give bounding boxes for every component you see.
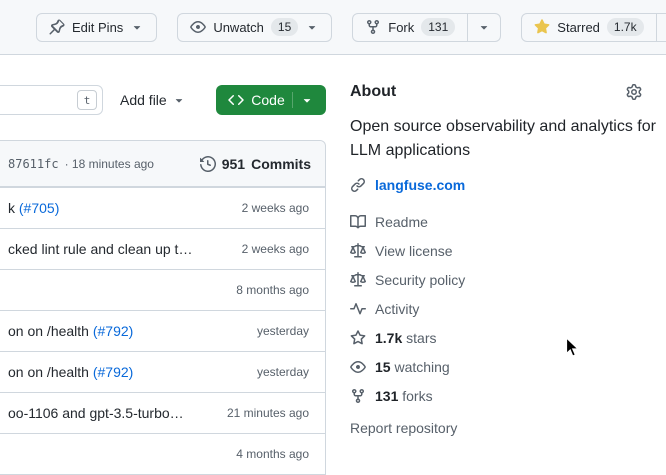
repo-action-bar: Edit Pins Unwatch 15 Fork 131 Starred 1.… bbox=[0, 0, 666, 55]
activity-link[interactable]: Activity bbox=[350, 294, 656, 323]
code-button[interactable]: Code bbox=[216, 85, 326, 115]
star-count-badge: 1.7k bbox=[607, 18, 644, 36]
chevron-down-icon bbox=[130, 20, 144, 34]
pulse-icon bbox=[350, 301, 366, 317]
eye-icon bbox=[190, 19, 206, 35]
fork-button-group: Fork 131 bbox=[352, 13, 501, 42]
law-icon bbox=[350, 243, 366, 259]
file-browser-column: t Add file Code 87611fc · 18 minutes ago bbox=[0, 55, 326, 468]
file-row[interactable]: 8 months ago bbox=[0, 269, 325, 310]
forks-link[interactable]: 131 forks bbox=[350, 381, 656, 410]
gear-icon[interactable] bbox=[626, 84, 642, 100]
code-icon bbox=[228, 92, 244, 108]
fork-label: Fork bbox=[388, 20, 414, 35]
commits-label: Commits bbox=[251, 156, 311, 172]
security-policy-link[interactable]: Security policy bbox=[350, 265, 656, 294]
go-to-file-input[interactable]: t bbox=[0, 85, 103, 115]
starred-button[interactable]: Starred 1.7k bbox=[521, 13, 656, 42]
eye-icon bbox=[350, 359, 366, 375]
fork-icon bbox=[350, 388, 366, 404]
commit-message-link[interactable]: oo-1106 and gpt-3.5-turbo… bbox=[8, 405, 184, 421]
commits-history-link[interactable]: 951 Commits bbox=[200, 156, 311, 172]
commit-message-link[interactable]: on on /health (#792) bbox=[8, 323, 133, 339]
history-icon bbox=[200, 156, 216, 172]
file-row[interactable]: on on /health (#792) yesterday bbox=[0, 310, 325, 351]
star-icon bbox=[350, 330, 366, 346]
chevron-down-icon bbox=[172, 93, 186, 107]
pr-link[interactable]: (#792) bbox=[93, 323, 133, 339]
chevron-down-icon bbox=[300, 93, 314, 107]
readme-link[interactable]: Readme bbox=[350, 207, 656, 236]
pr-link[interactable]: (#705) bbox=[19, 200, 59, 216]
chevron-down-icon bbox=[477, 20, 491, 34]
commit-message-link[interactable]: k (#705) bbox=[8, 200, 59, 216]
commit-age: 21 minutes ago bbox=[227, 406, 309, 420]
repo-description: Open source observability and analytics … bbox=[350, 115, 656, 163]
commit-time: · 18 minutes ago bbox=[65, 157, 154, 171]
watch-count-badge: 15 bbox=[271, 18, 298, 36]
file-table: 87611fc · 18 minutes ago 951 Commits k (… bbox=[0, 140, 326, 475]
shortcut-key-hint: t bbox=[77, 90, 97, 110]
file-row[interactable]: oo-1106 and gpt-3.5-turbo… 21 minutes ag… bbox=[0, 392, 325, 433]
file-row[interactable]: cked lint rule and clean up t… 2 weeks a… bbox=[0, 228, 325, 269]
stars-link[interactable]: 1.7k stars bbox=[350, 323, 656, 352]
star-icon bbox=[534, 19, 550, 35]
about-title: About bbox=[350, 83, 396, 101]
book-icon bbox=[350, 214, 366, 230]
unwatch-button[interactable]: Unwatch 15 bbox=[177, 13, 332, 42]
pr-link[interactable]: (#792) bbox=[93, 364, 133, 380]
law-icon bbox=[350, 272, 366, 288]
repo-main: t Add file Code 87611fc · 18 minutes ago bbox=[0, 55, 666, 468]
commit-age: 2 weeks ago bbox=[242, 242, 309, 256]
about-header: About bbox=[350, 83, 656, 101]
edit-pins-label: Edit Pins bbox=[72, 20, 123, 35]
button-divider bbox=[292, 92, 293, 108]
commit-age: 4 months ago bbox=[236, 447, 309, 461]
star-dropdown-button[interactable] bbox=[657, 13, 666, 42]
commit-message-link[interactable]: cked lint rule and clean up t… bbox=[8, 241, 192, 257]
commit-hash-link[interactable]: 87611fc bbox=[8, 157, 59, 171]
unwatch-label: Unwatch bbox=[213, 20, 264, 35]
commits-count: 951 bbox=[222, 156, 245, 172]
fork-count-badge: 131 bbox=[421, 18, 455, 36]
website-link[interactable]: langfuse.com bbox=[375, 177, 465, 193]
latest-commit-bar: 87611fc · 18 minutes ago 951 Commits bbox=[0, 141, 325, 187]
file-row[interactable]: on on /health (#792) yesterday bbox=[0, 351, 325, 392]
add-file-button[interactable]: Add file bbox=[120, 85, 186, 115]
file-toolbar: t Add file Code bbox=[0, 85, 326, 115]
about-links: Readme View license Security policy Acti… bbox=[350, 207, 656, 410]
fork-button[interactable]: Fork 131 bbox=[352, 13, 468, 42]
website-row[interactable]: langfuse.com bbox=[350, 177, 656, 193]
about-sidebar: About Open source observability and anal… bbox=[350, 55, 666, 468]
edit-pins-button[interactable]: Edit Pins bbox=[36, 13, 157, 42]
commit-message-link[interactable]: on on /health (#792) bbox=[8, 364, 133, 380]
pin-icon bbox=[49, 19, 65, 35]
commit-age: 8 months ago bbox=[236, 283, 309, 297]
code-label: Code bbox=[251, 92, 284, 108]
star-button-group: Starred 1.7k bbox=[521, 13, 666, 42]
latest-commit-meta: 87611fc · 18 minutes ago bbox=[8, 157, 154, 171]
commit-age: yesterday bbox=[257, 365, 309, 379]
add-file-label: Add file bbox=[120, 92, 167, 108]
chevron-down-icon bbox=[305, 20, 319, 34]
starred-label: Starred bbox=[557, 20, 600, 35]
fork-icon bbox=[365, 19, 381, 35]
report-repository-link[interactable]: Report repository bbox=[350, 420, 656, 436]
fork-dropdown-button[interactable] bbox=[468, 13, 501, 42]
file-row[interactable]: k (#705) 2 weeks ago bbox=[0, 187, 325, 228]
link-icon bbox=[350, 177, 366, 193]
license-link[interactable]: View license bbox=[350, 236, 656, 265]
watching-link[interactable]: 15 watching bbox=[350, 352, 656, 381]
commit-age: 2 weeks ago bbox=[242, 201, 309, 215]
commit-age: yesterday bbox=[257, 324, 309, 338]
